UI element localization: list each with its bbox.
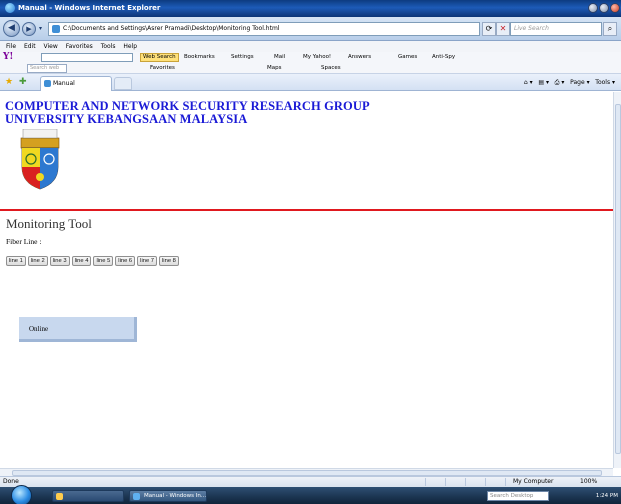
scroll-thumb[interactable]: [615, 104, 621, 454]
yahoo-toolbar: Y! Web Search Bookmarks Settings Mail My…: [0, 52, 621, 63]
zoom-level[interactable]: 100%: [580, 477, 597, 487]
page-title: Monitoring Tool: [6, 216, 92, 231]
line-5-button[interactable]: line 5: [93, 256, 114, 266]
divider: [445, 478, 446, 486]
home-icon[interactable]: ⌂: [524, 79, 528, 86]
tab-row: ★ ✚ Manual ⌂ ▾ ▤ ▾ ⎙ ▾ Page ▾ Tools ▾: [0, 74, 621, 91]
address-bar[interactable]: C:\Documents and Settings\Asrer Pramadi\…: [48, 22, 480, 36]
line-8-button[interactable]: line 8: [159, 256, 179, 266]
menu-file[interactable]: File: [6, 41, 16, 52]
menu-view[interactable]: View: [44, 41, 58, 52]
add-favorite-icon[interactable]: ✚: [19, 77, 27, 87]
security-zone: My Computer: [513, 478, 554, 485]
address-row: ◀ ▶ ▾ C:\Documents and Settings\Asrer Pr…: [0, 17, 621, 41]
menu-help[interactable]: Help: [123, 41, 137, 52]
maximize-button[interactable]: [599, 3, 609, 13]
fiber-line-buttons: line 1 line 2 line 3 line 4 line 5 line …: [6, 256, 179, 266]
menu-favorites[interactable]: Favorites: [66, 41, 93, 52]
page-menu[interactable]: Page: [570, 79, 585, 86]
tab-manual[interactable]: Manual: [40, 76, 112, 91]
system-tray: 1:24 PM: [556, 490, 621, 502]
app-icon: [56, 493, 63, 500]
window-title: Manual - Windows Internet Explorer: [18, 4, 161, 12]
games-button[interactable]: Games: [398, 52, 417, 63]
settings-button[interactable]: Settings: [231, 52, 254, 63]
bookmarks-button[interactable]: Bookmarks: [184, 52, 215, 63]
ie-icon: [133, 493, 140, 500]
line-7-button[interactable]: line 7: [137, 256, 158, 266]
feeds-icon[interactable]: ▤: [538, 79, 544, 86]
my-yahoo-button[interactable]: My Yahoo!: [303, 52, 331, 63]
divider: [465, 478, 466, 486]
forward-button[interactable]: ▶: [22, 22, 36, 36]
window-titlebar: Manual - Windows Internet Explorer: [0, 0, 621, 17]
anti-spy-button[interactable]: Anti-Spy: [432, 52, 455, 63]
divider: [505, 478, 506, 486]
chevron-down-icon[interactable]: ▾: [39, 25, 42, 32]
yahoo-logo[interactable]: Y!: [3, 52, 13, 63]
refresh-button[interactable]: ⟳: [482, 22, 496, 36]
links-toolbar: Search web Favorites Maps Spaces: [0, 63, 621, 74]
status-text: Online: [29, 325, 49, 333]
maps-button[interactable]: Maps: [267, 63, 281, 74]
divider: [485, 478, 486, 486]
page-icon: [44, 80, 51, 87]
search-web-input[interactable]: Search web: [27, 64, 67, 73]
line-4-button[interactable]: line 4: [71, 256, 92, 266]
answers-button[interactable]: Answers: [348, 52, 371, 63]
stop-button[interactable]: ✕: [496, 22, 510, 36]
section-divider: [0, 209, 613, 211]
clock[interactable]: 1:24 PM: [596, 493, 618, 499]
spaces-button[interactable]: Spaces: [321, 63, 341, 74]
start-button[interactable]: [11, 485, 32, 504]
page-icon: [52, 25, 60, 33]
line-2-button[interactable]: line 2: [27, 256, 48, 266]
horizontal-scrollbar[interactable]: [0, 468, 613, 476]
page-content: COMPUTER AND NETWORK SECURITY RESEARCH G…: [0, 92, 613, 468]
org-name-line2: UNIVERSITY KEBANGSAAN MALAYSIA: [5, 112, 248, 126]
live-search-input[interactable]: Live Search: [510, 22, 602, 36]
ie-icon: [5, 3, 15, 13]
line-6-button[interactable]: line 6: [115, 256, 136, 266]
back-button[interactable]: ◀: [3, 20, 20, 37]
tools-menu[interactable]: Tools: [595, 79, 610, 86]
minimize-button[interactable]: [588, 3, 598, 13]
fiber-line-label: Fiber Line :: [6, 237, 42, 246]
taskbar-item-label: Manual - Windows In...: [144, 493, 207, 499]
tab-label: Manual: [53, 80, 75, 87]
menu-tools[interactable]: Tools: [101, 41, 116, 52]
favorites-star-icon[interactable]: ★: [5, 77, 13, 87]
address-text: C:\Documents and Settings\Asrer Pramadi\…: [63, 25, 280, 32]
taskbar-item-ie[interactable]: Manual - Windows In...: [129, 490, 207, 502]
ukm-logo: [20, 129, 60, 190]
taskbar-item-blank[interactable]: [52, 490, 124, 502]
search-icon[interactable]: ⌕: [603, 22, 617, 36]
status-bar: Done My Computer 100%: [0, 476, 621, 487]
favorites-button[interactable]: Favorites: [150, 63, 175, 74]
taskbar: Manual - Windows In... Search Desktop 1:…: [0, 485, 621, 504]
new-tab-button[interactable]: [114, 77, 132, 90]
vertical-scrollbar[interactable]: [613, 92, 621, 468]
line-3-button[interactable]: line 3: [49, 256, 70, 266]
print-icon[interactable]: ⎙: [555, 79, 560, 86]
menu-edit[interactable]: Edit: [24, 41, 36, 52]
divider: [425, 478, 426, 486]
desktop-search-input[interactable]: Search Desktop: [487, 491, 549, 501]
status-panel: Online: [19, 317, 137, 342]
menu-bar: File Edit View Favorites Tools Help: [0, 41, 621, 52]
command-bar: ⌂ ▾ ▤ ▾ ⎙ ▾ Page ▾ Tools ▾: [523, 79, 615, 86]
yahoo-search-input[interactable]: [41, 53, 133, 62]
mail-button[interactable]: Mail: [274, 52, 285, 63]
line-1-button[interactable]: line 1: [6, 256, 26, 266]
web-search-button[interactable]: Web Search: [140, 53, 179, 62]
close-button[interactable]: [610, 3, 620, 13]
